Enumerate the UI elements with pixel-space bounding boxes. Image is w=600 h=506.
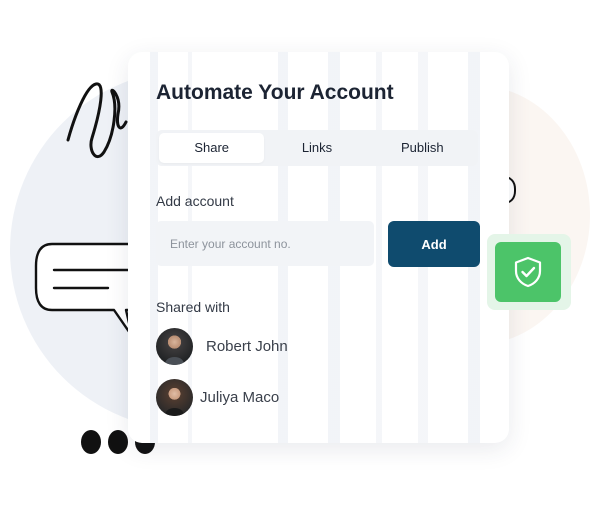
shared-user-row[interactable]: Juliya Maco <box>156 379 279 416</box>
card-title: Automate Your Account <box>156 81 394 104</box>
automate-account-card: Automate Your Account Share Links Publis… <box>128 52 509 443</box>
shared-with-label: Shared with <box>156 299 230 315</box>
scribble-doodle-icon <box>66 82 128 159</box>
account-number-input[interactable] <box>156 221 374 266</box>
tab-bar: Share Links Publish <box>156 130 478 166</box>
add-account-label: Add account <box>156 193 234 209</box>
avatar <box>156 379 193 416</box>
tab-share[interactable]: Share <box>159 133 265 163</box>
add-button[interactable]: Add <box>388 221 480 267</box>
avatar <box>156 328 193 365</box>
shared-user-row[interactable]: Robert John <box>156 328 288 365</box>
shield-check-icon <box>514 256 542 288</box>
tab-publish[interactable]: Publish <box>370 133 475 163</box>
hero-illustration: Automate Your Account Share Links Publis… <box>0 0 600 506</box>
shared-user-name: Juliya Maco <box>200 389 280 406</box>
security-badge <box>495 242 561 302</box>
shared-user-name: Robert John <box>206 338 288 355</box>
tab-links[interactable]: Links <box>264 133 369 163</box>
